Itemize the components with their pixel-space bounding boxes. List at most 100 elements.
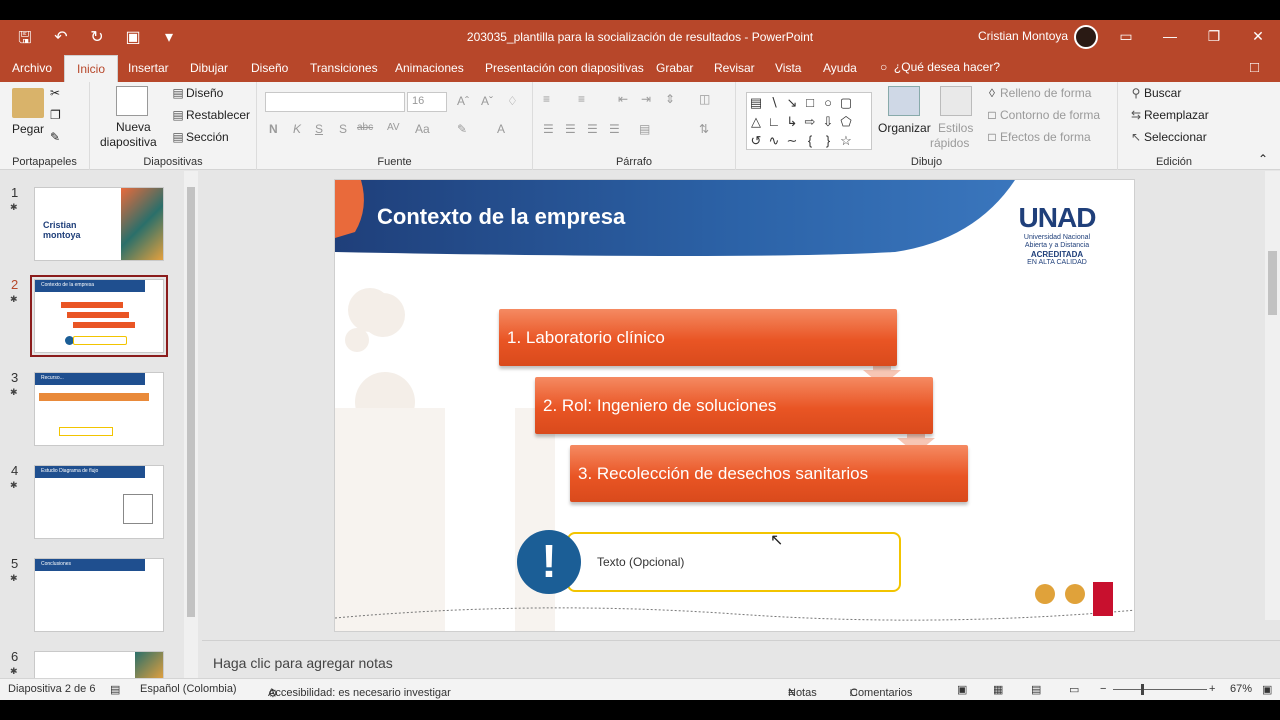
shape-effects-button[interactable]: □ Efectos de forma [984,130,1090,144]
justify-icon[interactable]: ☰ [609,122,620,136]
new-slide-button-2[interactable]: diapositiva [100,135,157,149]
oval-icon[interactable]: ○ [819,93,837,112]
grow-font-icon[interactable]: Aˆ [457,94,469,108]
thumbnails-scrollbar[interactable] [184,171,198,678]
columns-icon[interactable]: ◫ [699,92,710,106]
slide-scroll-thumb[interactable] [1268,251,1277,315]
user-name[interactable]: Cristian Montoya [978,29,1068,43]
slide-thumbnail-2[interactable]: Contexto de la empresa [30,275,168,357]
new-slide-icon[interactable] [116,86,148,116]
tab-archivo[interactable]: Archivo [12,61,52,75]
slide-thumbnail-1[interactable]: Cristian montoya [34,187,164,261]
right-arrow-icon[interactable]: ⇨ [801,112,819,131]
case-button[interactable]: Aa [415,122,430,136]
avatar[interactable] [1074,25,1098,49]
zoom-slider-thumb[interactable] [1141,684,1144,695]
bold-button[interactable]: N [269,122,278,136]
current-slide[interactable]: Contexto de la empresa UNAD Universidad … [334,179,1135,632]
layout-button[interactable]: ▤ Diseño [170,86,223,100]
shape-fill-button[interactable]: ◊ Relleno de forma [984,86,1091,100]
bullets-icon[interactable]: ≡ [543,92,550,106]
column-layout-icon[interactable]: ▤ [639,122,650,136]
slide-thumbnail-4[interactable]: Estudio Diagrama de flujo [34,465,164,539]
zoom-in-icon[interactable]: + [1209,683,1215,695]
notes-pane[interactable]: Haga clic para agregar notas [202,640,1280,678]
spacing-button[interactable]: AV [387,122,400,133]
paste-button[interactable]: Pegar [12,122,44,136]
tab-vista[interactable]: Vista [775,61,801,75]
numbering-icon[interactable]: ≡ [578,92,585,106]
tab-insertar[interactable]: Insertar [128,61,169,75]
align-right-icon[interactable]: ☰ [587,122,598,136]
brace-left-icon[interactable]: { [801,131,819,150]
collapse-ribbon-icon[interactable]: ⌃ [1258,152,1268,166]
down-arrow-icon[interactable]: ⇩ [819,112,837,131]
step-3[interactable]: 3. Recolección de desechos sanitarios [570,445,968,502]
slide-scrollbar[interactable] [1265,171,1280,620]
thumbnails-scroll-thumb[interactable] [187,187,195,617]
spelling-icon[interactable]: ▤ [110,683,120,696]
cut-icon[interactable]: ✂ [50,86,60,100]
pentagon-icon[interactable]: ⬠ [837,112,855,131]
triangle-icon[interactable]: △ [747,112,765,131]
zoom-slider[interactable] [1113,689,1207,690]
increase-indent-icon[interactable]: ⇥ [641,92,651,106]
rectangle-icon[interactable]: □ [801,93,819,112]
shapes-gallery[interactable]: ▤ ∖ ↘ □ ○ ▢ △ ∟ ↳ ⇨ ⇩ ⬠ ↺ ∿ ∼{} ☆ [746,92,872,150]
language-status[interactable]: Español (Colombia) [140,683,237,695]
tab-presentacion[interactable]: Presentación con diapositivas [485,61,644,75]
shape-outline-button[interactable]: □ Contorno de forma [984,108,1100,122]
maximize-icon[interactable]: ❐ [1192,20,1236,55]
section-button[interactable]: ▤ Sección [170,130,228,144]
quick-styles-button-2[interactable]: rápidos [930,136,969,150]
tab-ayuda[interactable]: Ayuda [823,61,857,75]
tab-diseno[interactable]: Diseño [251,61,288,75]
select-button[interactable]: ↖ Seleccionar [1128,130,1207,144]
underline-button[interactable]: S [315,122,323,136]
close-icon[interactable]: ✕ [1236,20,1280,55]
align-center-icon[interactable]: ☰ [565,122,576,136]
elbow-arrow-icon[interactable]: ↳ [783,112,801,131]
step-1[interactable]: 1. Laboratorio clínico [499,309,897,366]
curve-icon[interactable]: ↺ [747,131,765,150]
slideshow-icon[interactable]: ▭ [1069,683,1079,696]
shadow-button[interactable]: S [339,122,347,136]
brace-right-icon[interactable]: } [819,131,837,150]
strike-button[interactable]: abc [357,122,373,133]
ribbon-display-icon[interactable]: ▭ [1104,20,1148,55]
copy-icon[interactable]: ❐ [50,108,61,122]
elbow-icon[interactable]: ∟ [765,112,783,131]
tab-grabar[interactable]: Grabar [656,61,693,75]
step-2[interactable]: 2. Rol: Ingeniero de soluciones [535,377,933,434]
find-button[interactable]: ⚲ Buscar [1128,86,1182,100]
normal-view-icon[interactable]: ▣ [957,683,967,696]
zoom-level[interactable]: 67% [1230,683,1252,695]
reading-view-icon[interactable]: ▤ [1031,683,1041,696]
highlight-icon[interactable]: ✎ [457,122,467,136]
clear-format-icon[interactable]: ♢ [507,94,518,108]
slide-title[interactable]: Contexto de la empresa [377,204,625,230]
freeform-icon[interactable]: ∿ [765,131,783,150]
slide-thumbnail-5[interactable]: Conclusiones [34,558,164,632]
line-spacing-icon[interactable]: ⇕ [665,92,675,106]
align-left-icon[interactable]: ☰ [543,122,554,136]
replace-button[interactable]: ⇆ Reemplazar [1128,108,1209,122]
tab-dibujar[interactable]: Dibujar [190,61,228,75]
rounded-rect-icon[interactable]: ▢ [837,93,855,112]
arrange-icon[interactable] [888,86,920,116]
font-size-combo[interactable]: 16 [407,92,447,112]
reset-button[interactable]: ▤ Restablecer [170,108,250,122]
tab-inicio[interactable]: Inicio [64,55,119,82]
zoom-out-icon[interactable]: − [1100,683,1106,695]
tell-me-search[interactable]: ○ ¿Qué desea hacer? [880,60,1000,74]
comments-icon[interactable]: □ [1250,59,1259,76]
format-painter-icon[interactable]: ✎ [50,130,60,144]
textbox-icon[interactable]: ▤ [747,93,765,112]
shrink-font-icon[interactable]: Aˇ [481,94,493,108]
new-slide-button[interactable]: Nueva [116,120,151,134]
minimize-icon[interactable]: — [1148,20,1192,55]
paste-icon[interactable] [12,88,44,118]
arrow-line-icon[interactable]: ↘ [783,93,801,112]
text-direction-icon[interactable]: ⇅ [699,122,709,136]
star-icon[interactable]: ☆ [837,131,855,150]
